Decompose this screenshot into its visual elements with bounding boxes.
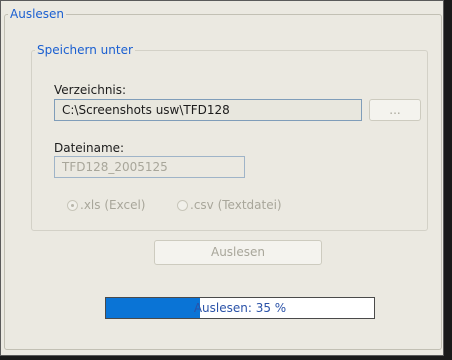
save-as-group-title: Speichern unter xyxy=(37,43,133,57)
directory-label: Verzeichnis: xyxy=(54,83,127,97)
filename-field[interactable]: TFD128_2005125 xyxy=(54,156,245,178)
progress-bar: Auslesen: 35 % xyxy=(105,297,375,319)
auslesen-group-title: Auslesen xyxy=(10,7,65,21)
csv-radio-label: .csv (Textdatei) xyxy=(190,198,282,212)
read-button[interactable]: Auslesen xyxy=(154,240,322,265)
xls-radio-label: .xls (Excel) xyxy=(80,198,146,212)
xls-radio-dot xyxy=(71,204,74,207)
dialog-panel: Auslesen Speichern unter Verzeichnis: C:… xyxy=(0,0,444,356)
xls-radio[interactable] xyxy=(67,200,78,211)
csv-radio[interactable] xyxy=(177,200,188,211)
browse-button[interactable]: ... xyxy=(369,99,421,121)
filename-label: Dateiname: xyxy=(54,141,125,155)
progress-text: Auslesen: 35 % xyxy=(193,301,287,315)
directory-field[interactable]: C:\Screenshots usw\TFD128 xyxy=(54,99,362,121)
